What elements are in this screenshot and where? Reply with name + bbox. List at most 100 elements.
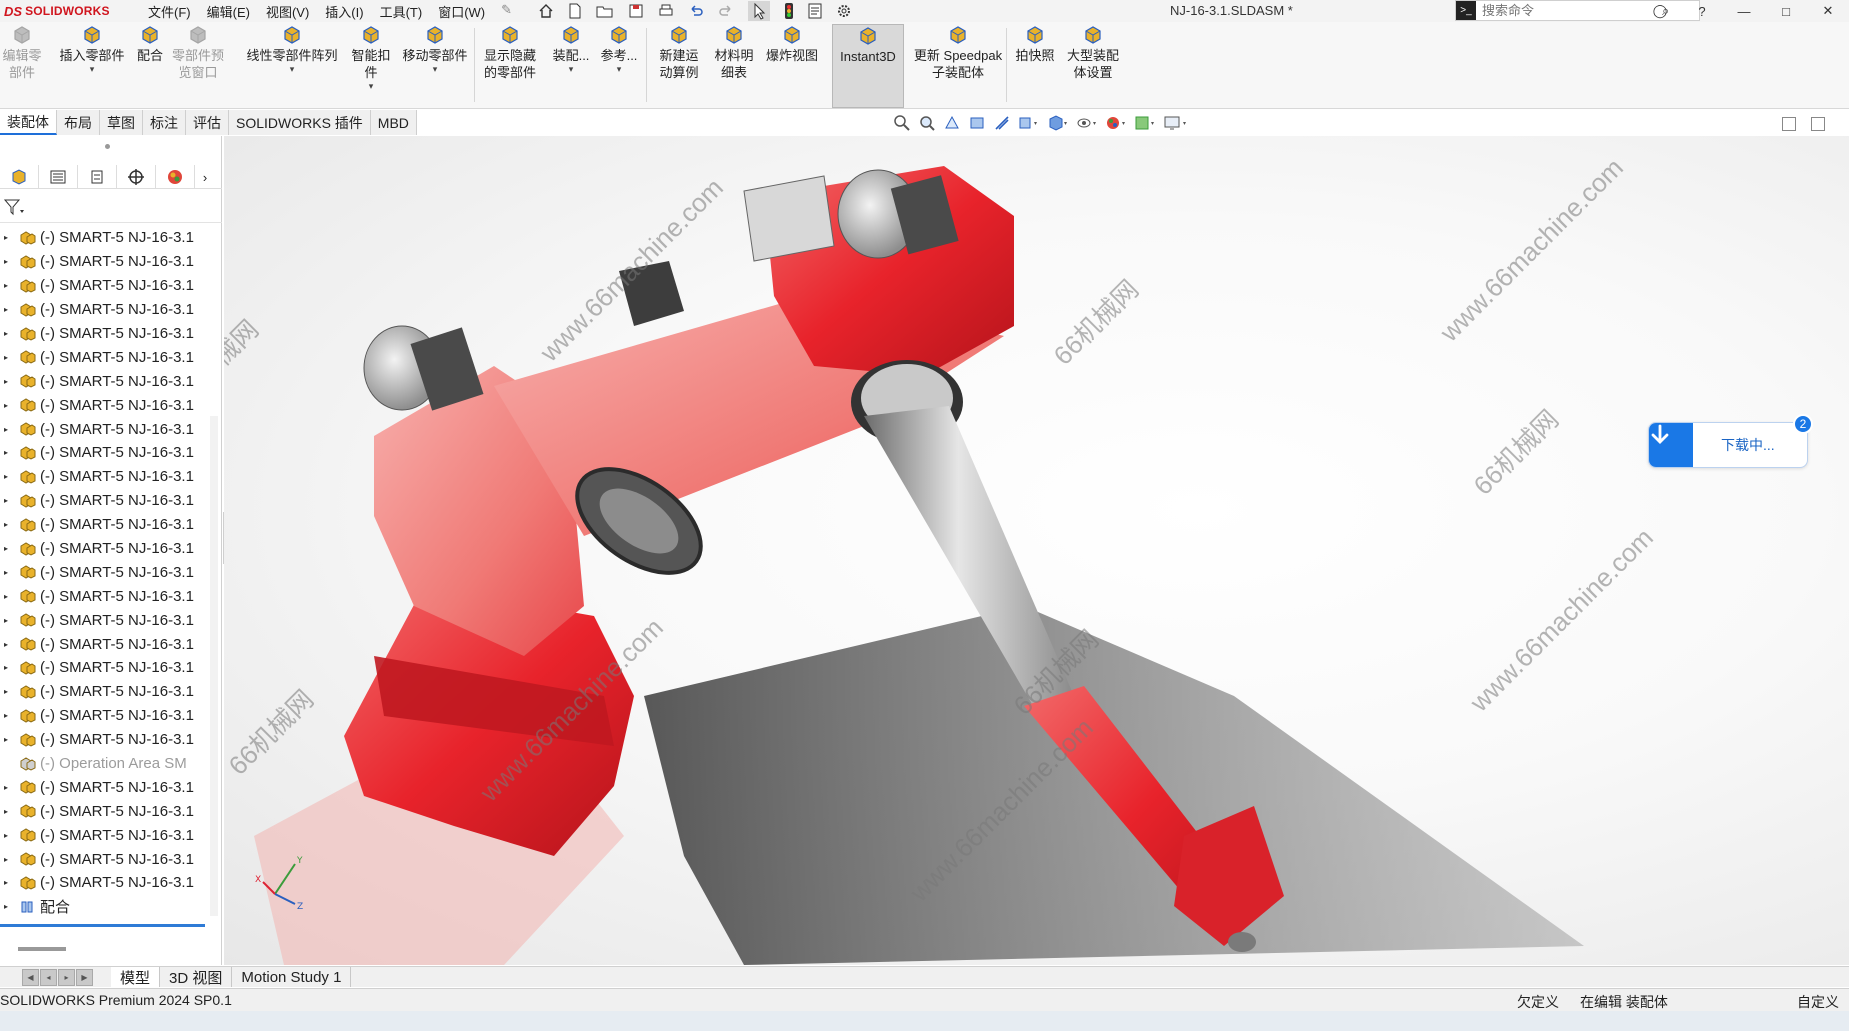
tree-component-row[interactable]: ▸ (-) SMART-5 NJ-16-3.1 <box>0 465 205 489</box>
mate-button[interactable]: 配合 <box>134 24 166 108</box>
expand-arrow-icon[interactable]: ▸ <box>4 568 14 577</box>
expand-arrow-icon[interactable]: ▸ <box>4 425 14 434</box>
tree-component-row[interactable]: ▸ (-) SMART-5 NJ-16-3.1 <box>0 847 205 871</box>
expand-arrow-icon[interactable]: ▸ <box>4 592 14 601</box>
expand-arrow-icon[interactable]: ▸ <box>4 544 14 553</box>
status-units[interactable]: 自定义 <box>1797 992 1839 1012</box>
take-snapshot-button[interactable]: 拍快照 <box>1012 24 1058 108</box>
dynamic-annotation-icon[interactable] <box>993 114 1011 132</box>
tree-component-row[interactable]: ▸ (-) SMART-5 NJ-16-3.1 <box>0 537 205 561</box>
expand-arrow-icon[interactable]: ▸ <box>4 878 14 887</box>
tree-component-row[interactable]: ▸ (-) SMART-5 NJ-16-3.1 <box>0 584 205 608</box>
expand-arrow-icon[interactable]: ▸ <box>4 735 14 744</box>
tab-markup[interactable]: 标注 <box>143 110 186 135</box>
prev-tab-arrow-icon[interactable]: ◂ <box>40 968 57 986</box>
download-toast[interactable]: 下载中... 2 <box>1648 414 1813 468</box>
tab-addins[interactable]: SOLIDWORKS 插件 <box>229 110 371 135</box>
expand-arrow-icon[interactable]: ▸ <box>4 902 14 911</box>
reference-geometry-button[interactable]: 参考... ▾ <box>598 24 640 108</box>
tree-component-row[interactable]: ▸ (-) SMART-5 NJ-16-3.1 <box>0 250 205 274</box>
tree-component-row[interactable]: ▸ (-) SMART-5 NJ-16-3.1 <box>0 704 205 728</box>
menu-tools[interactable]: 工具(T) <box>372 2 431 21</box>
menu-window[interactable]: 窗口(W) <box>430 2 493 21</box>
tree-component-row[interactable]: ▸ (-) SMART-5 NJ-16-3.1 <box>0 680 205 704</box>
tab-motion-study-1[interactable]: Motion Study 1 <box>232 967 352 987</box>
zoom-to-fit-icon[interactable] <box>893 114 911 132</box>
bill-of-materials-button[interactable]: 材料明 细表 <box>710 24 758 108</box>
expand-arrow-icon[interactable]: ▸ <box>4 496 14 505</box>
next-tab-arrow-icon[interactable]: ▸ <box>58 968 75 986</box>
redo-icon[interactable] <box>718 3 734 19</box>
tree-scrollbar-track[interactable] <box>210 416 218 916</box>
tree-component-row[interactable]: ▸ (-) SMART-5 NJ-16-3.1 <box>0 871 205 895</box>
large-assembly-settings-button[interactable]: 大型装配 体设置 <box>1064 24 1122 108</box>
show-hidden-button[interactable]: 显示隐藏 的零部件 <box>478 24 542 108</box>
tree-component-row[interactable]: (-) Operation Area SM <box>0 752 205 776</box>
display-style-icon[interactable] <box>1047 114 1069 132</box>
dropdown-arrow-icon[interactable]: ▾ <box>569 64 574 74</box>
home-icon[interactable] <box>538 3 554 19</box>
traffic-light-icon[interactable] <box>784 2 794 20</box>
file-properties-icon[interactable] <box>808 3 822 19</box>
tab-mbd[interactable]: MBD <box>370 110 417 135</box>
save-icon[interactable] <box>628 3 644 19</box>
pin-icon[interactable]: ✎ <box>493 2 520 21</box>
previous-view-icon[interactable] <box>943 114 961 132</box>
tree-component-row[interactable]: ▸ (-) SMART-5 NJ-16-3.1 <box>0 775 205 799</box>
expand-arrow-icon[interactable]: ▸ <box>4 520 14 529</box>
tree-component-row[interactable]: ▸ (-) SMART-5 NJ-16-3.1 <box>0 489 205 513</box>
smart-fasteners-button[interactable]: 智能扣件 ▾ <box>346 24 396 108</box>
dropdown-arrow-icon[interactable]: ▾ <box>369 81 374 91</box>
display-manager-tab-icon[interactable] <box>156 165 195 189</box>
zoom-to-area-icon[interactable] <box>918 114 936 132</box>
menu-insert[interactable]: 插入(I) <box>317 2 371 21</box>
menu-edit[interactable]: 编辑(E) <box>199 2 258 21</box>
tree-component-row[interactable]: ▸ (-) SMART-5 NJ-16-3.1 <box>0 632 205 656</box>
robot-model[interactable] <box>224 136 1849 965</box>
minimize-icon[interactable]: — <box>1723 0 1765 22</box>
expand-arrow-icon[interactable]: ▸ <box>4 640 14 649</box>
tree-component-row[interactable]: ▸ (-) SMART-5 NJ-16-3.1 <box>0 799 205 823</box>
tree-component-row[interactable]: ▸ (-) SMART-5 NJ-16-3.1 <box>0 345 205 369</box>
expand-arrow-icon[interactable]: ▸ <box>4 472 14 481</box>
instant3d-button[interactable]: Instant3D <box>832 24 904 108</box>
tab-3d-views[interactable]: 3D 视图 <box>160 967 233 987</box>
expand-arrow-icon[interactable]: ▸ <box>4 687 14 696</box>
tab-evaluate[interactable]: 评估 <box>186 110 229 135</box>
expand-arrow-icon[interactable]: ▸ <box>4 711 14 720</box>
expand-arrow-icon[interactable]: ▸ <box>4 401 14 410</box>
select-arrow-icon[interactable] <box>748 1 771 21</box>
maximize-viewport-icon[interactable] <box>1811 117 1825 131</box>
options-gear-icon[interactable] <box>836 3 852 19</box>
close-icon[interactable]: ✕ <box>1807 0 1849 22</box>
update-speedpak-button[interactable]: 更新 Speedpak 子装配体 <box>908 24 1008 108</box>
edit-component-button[interactable]: 编辑零 部件 <box>0 24 44 108</box>
expand-arrow-icon[interactable]: ▸ <box>4 233 14 242</box>
tree-component-row[interactable]: ▸ (-) SMART-5 NJ-16-3.1 <box>0 274 205 298</box>
assembly-features-button[interactable]: 装配... ▾ <box>550 24 592 108</box>
feature-manager-tree-tab-icon[interactable] <box>0 165 39 189</box>
insert-components-button[interactable]: 插入零部件 ▾ <box>54 24 130 108</box>
tree-component-row[interactable]: ▸ (-) SMART-5 NJ-16-3.1 <box>0 369 205 393</box>
expand-arrow-icon[interactable]: ▸ <box>4 831 14 840</box>
expand-arrow-icon[interactable]: ▸ <box>4 353 14 362</box>
print-icon[interactable] <box>658 3 674 19</box>
menu-file[interactable]: 文件(F) <box>140 2 199 21</box>
expand-arrow-icon[interactable]: ▸ <box>4 305 14 314</box>
tree-component-row[interactable]: ▸ (-) SMART-5 NJ-16-3.1 <box>0 417 205 441</box>
expand-arrow-icon[interactable]: ▸ <box>4 783 14 792</box>
filter-icon[interactable] <box>3 198 25 219</box>
dropdown-arrow-icon[interactable]: ▾ <box>617 64 622 74</box>
dropdown-arrow-icon[interactable]: ▾ <box>290 64 295 74</box>
tree-component-row[interactable]: ▸ (-) SMART-5 NJ-16-3.1 <box>0 560 205 584</box>
menu-view[interactable]: 视图(V) <box>258 2 317 21</box>
panel-grip[interactable] <box>105 144 110 149</box>
tree-mates-folder[interactable]: ▸ 配合 <box>0 895 205 919</box>
tree-rollback-bar[interactable] <box>0 924 205 927</box>
graphics-area[interactable]: 66机械网 www.66machine.com 66机械网 www.66machine… <box>224 136 1849 965</box>
dropdown-arrow-icon[interactable]: ▾ <box>90 64 95 74</box>
property-manager-tab-icon[interactable] <box>39 165 78 189</box>
search-command-input[interactable] <box>1482 3 1662 18</box>
more-tabs-chevron-icon[interactable]: › <box>195 165 215 189</box>
undo-icon[interactable] <box>688 3 704 19</box>
